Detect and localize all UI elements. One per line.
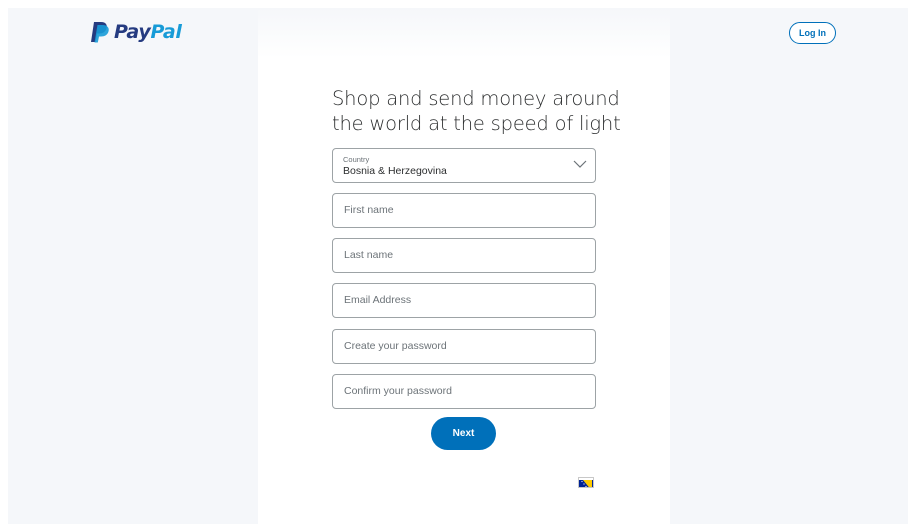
confirm-password-field[interactable]: Confirm your password: [332, 374, 596, 409]
email-placeholder: Email Address: [344, 294, 412, 306]
next-button[interactable]: Next: [431, 417, 496, 450]
country-value: Bosnia & Herzegovina: [343, 165, 447, 177]
password-placeholder: Create your password: [344, 340, 447, 352]
bosnia-flag-icon[interactable]: [578, 477, 594, 488]
country-select[interactable]: Country Bosnia & Herzegovina: [332, 148, 596, 183]
first-name-placeholder: First name: [344, 204, 394, 216]
logo-text-pal: Pal: [150, 21, 182, 43]
confirm-password-placeholder: Confirm your password: [344, 385, 452, 397]
login-button[interactable]: Log In: [789, 22, 836, 44]
email-field[interactable]: Email Address: [332, 283, 596, 318]
card-top-fade: [258, 8, 670, 58]
paypal-logo[interactable]: PayPal: [90, 20, 182, 44]
country-label: Country: [343, 155, 370, 164]
last-name-placeholder: Last name: [344, 249, 394, 261]
chevron-down-icon: [573, 160, 587, 168]
page-headline: Shop and send money around the world at …: [332, 87, 621, 135]
password-field[interactable]: Create your password: [332, 329, 596, 364]
paypal-p-icon: [91, 22, 109, 43]
logo-text-pay: Pay: [114, 21, 151, 43]
first-name-field[interactable]: First name: [332, 193, 596, 228]
last-name-field[interactable]: Last name: [332, 238, 596, 273]
